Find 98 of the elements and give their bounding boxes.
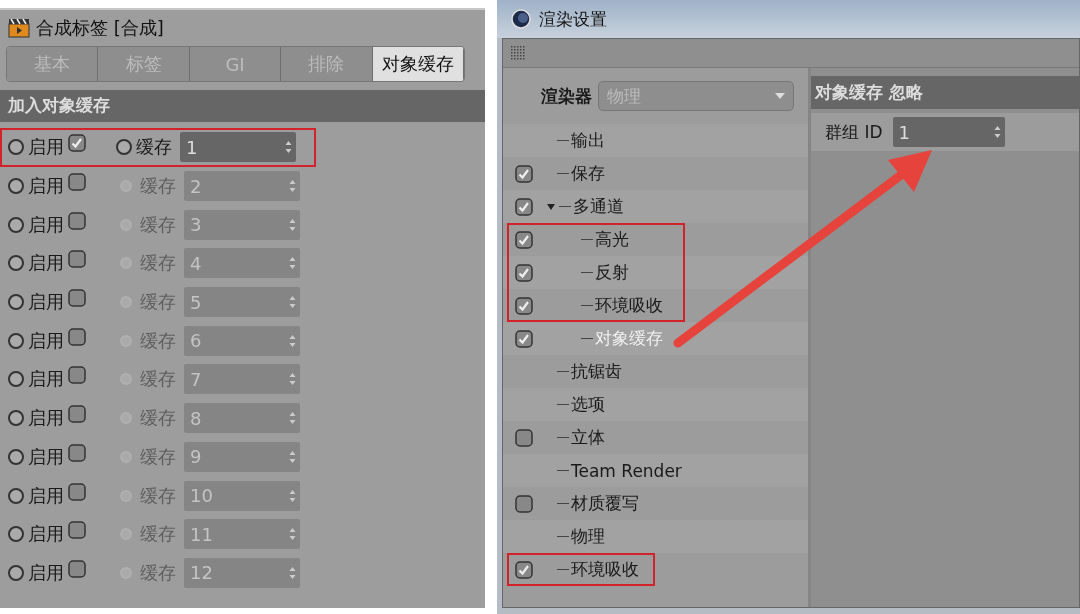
enable-label: 启用 [28,328,64,353]
number-field[interactable]: 5 [184,287,300,318]
enable-label: 启用 [28,212,64,237]
checkbox[interactable] [68,327,86,346]
spinner-icon[interactable] [285,140,292,155]
enable-label: 启用 [28,560,64,585]
enable-label: 启用 [28,367,64,392]
circle-icon[interactable] [8,526,24,543]
checkbox[interactable] [515,164,533,183]
grip-icon[interactable] [511,46,525,60]
enable-label: 启用 [28,406,64,431]
tree-item[interactable]: 环境吸收 [595,294,663,317]
number-field[interactable]: 1 [892,117,1005,147]
tree-item[interactable]: 反射 [595,261,629,284]
number-field[interactable]: 12 [184,557,300,588]
circle-icon[interactable] [8,178,24,195]
checkbox[interactable] [515,428,533,447]
number-field[interactable]: 9 [184,441,300,472]
enable-label: 启用 [28,483,64,508]
enable-label: 启用 [28,135,64,160]
cache-label: 缓存 [140,444,176,469]
checkbox[interactable] [515,296,533,315]
enable-label: 启用 [28,251,64,276]
cache-label: 缓存 [140,367,176,392]
checkbox[interactable] [515,494,533,513]
number-field[interactable]: 1 [180,132,296,163]
enable-label: 启用 [28,444,64,469]
number-field[interactable]: 2 [184,171,300,202]
cache-label: 缓存 [140,212,176,237]
tree-item[interactable]: 物理 [571,525,605,548]
checkbox[interactable] [68,289,86,308]
tree-item[interactable]: 选项 [571,393,605,416]
circle-icon[interactable] [8,255,24,272]
tree-item[interactable]: 输出 [571,129,605,152]
renderer-label: 渲染器 [541,84,592,108]
tree-item[interactable]: 多通道 [573,195,624,218]
checkbox[interactable] [68,482,86,501]
cache-label: 缓存 [140,406,176,431]
expand-triangle-icon[interactable] [547,203,555,210]
checkbox[interactable] [68,521,86,540]
checkbox[interactable] [68,443,86,462]
cache-label: 缓存 [140,174,176,199]
panel-title: 合成标签 [合成] [36,16,164,40]
enable-label: 启用 [28,522,64,547]
circle-icon[interactable] [8,332,24,349]
checkbox[interactable] [68,211,86,230]
number-field[interactable]: 11 [184,519,300,550]
checkbox[interactable] [515,197,533,216]
circle-icon[interactable] [8,371,24,388]
circle-icon[interactable] [8,448,24,465]
cache-label: 缓存 [140,290,176,315]
checkbox[interactable] [68,173,86,192]
checkbox[interactable] [515,329,533,348]
circle-icon[interactable] [8,139,24,156]
spinner-icon[interactable] [993,125,1001,139]
number-field[interactable]: 3 [184,209,300,240]
checkbox[interactable] [515,560,533,579]
cache-label: 缓存 [140,560,176,585]
clapperboard-icon [8,18,30,38]
tree-item[interactable]: 保存 [571,162,605,185]
circle-icon[interactable] [116,139,132,156]
circle-icon[interactable] [8,564,24,581]
sphere-icon [511,9,531,29]
number-field[interactable]: 4 [184,248,300,279]
checkbox[interactable] [515,230,533,249]
number-field[interactable]: 7 [184,364,300,395]
enable-label: 启用 [28,290,64,315]
tree-item[interactable]: 高光 [595,228,629,251]
tree-item[interactable]: 立体 [571,426,605,449]
number-field[interactable]: 10 [184,480,300,511]
circle-icon[interactable] [8,487,24,504]
checkbox[interactable] [515,263,533,282]
checkbox[interactable] [68,405,86,424]
cache-label: 缓存 [140,522,176,547]
circle-icon[interactable] [8,410,24,427]
cache-label: 缓存 [136,135,172,160]
field-label: 群组 ID [824,120,883,144]
tree-item[interactable]: 对象缓存 [595,327,663,350]
checkbox[interactable] [68,250,86,269]
enable-label: 启用 [28,174,64,199]
cache-label: 缓存 [140,251,176,276]
cache-label: 缓存 [140,328,176,353]
circle-icon[interactable] [8,294,24,311]
checkbox[interactable] [68,366,86,385]
number-field[interactable]: 6 [184,325,300,356]
circle-icon[interactable] [8,216,24,233]
tab[interactable]: 对象缓存 [372,47,464,81]
number-field[interactable]: 8 [184,403,300,434]
cache-label: 缓存 [140,483,176,508]
window-title: 渲染设置 [539,7,607,31]
checkbox[interactable] [68,559,86,578]
tree-item[interactable]: 环境吸收 [571,558,639,581]
group-header: 对象缓存 忽略 [811,76,1079,109]
tree-item[interactable]: 抗锯齿 [571,360,622,383]
section-header: 加入对象缓存 [0,90,485,122]
checkbox[interactable] [68,134,86,153]
tree-item[interactable]: 材质覆写 [571,492,639,515]
dropdown-arrow-icon [775,93,785,99]
